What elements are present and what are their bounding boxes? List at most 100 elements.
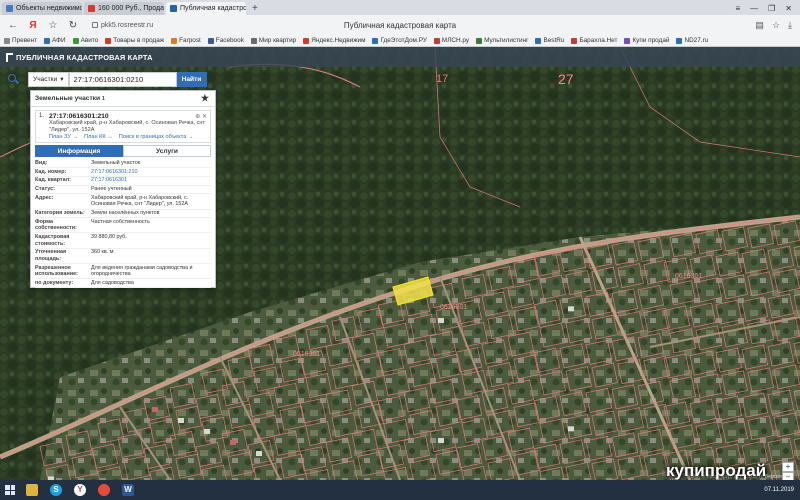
download-icon[interactable]: ⤓: [788, 20, 792, 31]
browser-tab-bar: Объекты недвижимости × 160 000 Руб., Про…: [0, 0, 800, 15]
search-icon[interactable]: [6, 72, 20, 86]
bookmark-item[interactable]: ГдеЭтотДом.РУ: [372, 37, 427, 44]
bookmarks-bar: Превент АФИ Авито Товары в продаж Farpost Fac…: [0, 35, 800, 47]
bookmark-label: Мультилистинг: [484, 37, 529, 44]
url-field[interactable]: pkk5.rosreestr.ru: [92, 22, 153, 29]
card-links: План ЗУ → План КК → Поиск в границах объ…: [49, 134, 207, 140]
bookmark-item[interactable]: Яндекс.Недвижим: [303, 37, 365, 44]
address-bar-tools: ▤ ☆ ⤓: [755, 20, 792, 31]
bookmark-item[interactable]: Мир квартир: [250, 37, 296, 44]
info-row: Кад. квартал: 27:17:0616301: [35, 177, 211, 186]
info-value[interactable]: 27:17:0616301: [91, 177, 127, 183]
result-index: 1.: [39, 113, 45, 119]
info-key: Вид:: [35, 159, 48, 166]
menu-button[interactable]: ≡: [735, 2, 740, 15]
pkk-logo[interactable]: ПУБЛИЧНАЯ КАДАСТРОВАЯ КАРТА: [6, 52, 153, 62]
bookmark-item[interactable]: ND27.ru: [676, 37, 708, 44]
info-row: Кад. номер: 27:17:0616301:210: [35, 168, 211, 177]
bookmark-item[interactable]: АФИ: [44, 37, 66, 44]
house-roof: [438, 318, 444, 323]
star-icon[interactable]: ☆: [46, 20, 60, 31]
house-roof: [204, 429, 210, 434]
pkk-icon: [170, 5, 177, 12]
browser-tab-2[interactable]: 160 000 Руб., Продам зем ×: [84, 2, 164, 15]
bookmark-item[interactable]: Бараxла.Нет: [571, 37, 617, 44]
info-value[interactable]: 27:17:0616301:210: [91, 169, 137, 175]
info-row: по документу: Для садоводства: [35, 279, 211, 288]
tab-information[interactable]: Информация: [35, 145, 123, 158]
bookmark-item[interactable]: BestRu: [535, 37, 564, 44]
close-window-button[interactable]: ✕: [785, 2, 792, 15]
info-row: Уточненная площадь: 360 кв. м: [35, 249, 211, 264]
new-tab-button[interactable]: +: [252, 2, 258, 15]
bookmark-favicon-icon: [571, 37, 578, 44]
house-roof: [178, 418, 184, 423]
pkk-header: ПУБЛИЧНАЯ КАДАСТРОВАЯ КАРТА: [0, 47, 800, 67]
search-type-select[interactable]: Участки ▾: [28, 71, 69, 87]
reader-icon[interactable]: ▤: [755, 20, 764, 31]
info-row: Адрес: Хабаровский край, р-н Хабаровский,…: [35, 194, 211, 210]
bookmark-item[interactable]: Товары в продаж: [105, 37, 164, 44]
word-taskbar-icon[interactable]: W: [116, 480, 140, 500]
search-input[interactable]: [68, 71, 177, 87]
back-arrow-icon[interactable]: ←: [6, 20, 20, 31]
bookmark-item[interactable]: Превент: [4, 37, 37, 44]
bookmark-item[interactable]: Farpost: [171, 37, 201, 44]
district-label: 27: [558, 71, 574, 87]
taskbar-clock[interactable]: 07.11.2019: [764, 487, 794, 494]
plan-kk-link[interactable]: План КК →: [84, 134, 113, 140]
skype-taskbar-icon[interactable]: S: [44, 480, 68, 500]
cadastral-number: 27:17:0616301:210: [49, 113, 109, 120]
browser-tab-3[interactable]: Публичная кадастровая ×: [166, 2, 246, 15]
tab-services[interactable]: Услуги: [123, 145, 211, 158]
house-roof: [568, 306, 574, 312]
minimize-button[interactable]: —: [750, 2, 758, 15]
info-key: Разрешенное использование:: [35, 264, 78, 277]
result-card[interactable]: 1. ⊕ ✕ 27:17:0616301:210 Хабаровский кра…: [35, 110, 211, 144]
bookmark-item[interactable]: Facebook: [207, 37, 244, 44]
info-key: Адрес:: [35, 195, 54, 201]
maximize-button[interactable]: ❐: [768, 2, 775, 15]
bookmark-favicon-icon: [171, 37, 178, 44]
info-value: Для ведения гражданами садоводства и ого…: [91, 264, 193, 277]
info-key: Кад. квартал:: [35, 177, 71, 184]
yandex-browser-taskbar-icon[interactable]: Y: [68, 480, 92, 500]
yandex-icon[interactable]: Я: [26, 20, 40, 31]
info-row: Вид: Земельный участок: [35, 159, 211, 168]
windows-taskbar: S Y W 07.11.2019: [0, 480, 800, 500]
bookmark-favicon-icon: [624, 37, 631, 44]
bookmark-item[interactable]: Мультилистинг: [476, 37, 528, 44]
info-value: Ранее учтенный: [91, 186, 132, 193]
bookmark-favicon-icon: [372, 37, 379, 44]
plan-zu-link[interactable]: План ЗУ →: [49, 134, 78, 140]
block-label: 0616301: [293, 351, 321, 358]
panel-tabs: Информация Услуги: [35, 145, 211, 158]
favorite-star-icon[interactable]: ★: [201, 93, 209, 104]
browser-tab-1[interactable]: Объекты недвижимости ×: [2, 2, 82, 15]
bookmark-label: МЛСН.ру: [441, 37, 470, 44]
card-tools[interactable]: ⊕ ✕: [195, 113, 207, 120]
bookmark-favicon-icon: [4, 37, 10, 44]
info-key: по документу:: [35, 279, 74, 286]
search-bounds-link[interactable]: Поиск в границах объекта →: [119, 134, 194, 140]
info-key: Кад. номер:: [35, 168, 67, 175]
info-row: Категория земель: Земли населённых пункто…: [35, 210, 211, 219]
info-key: Кадастровая стоимость:: [35, 234, 70, 247]
tab-label: 160 000 Руб., Продам зем: [98, 5, 164, 12]
bookmark-item[interactable]: Авито: [72, 37, 98, 44]
search-button[interactable]: Найти: [176, 71, 207, 87]
bookmark-item[interactable]: МЛСН.ру: [433, 37, 470, 44]
start-button[interactable]: [0, 480, 20, 500]
bookmark-label: Товары в продаж: [113, 37, 165, 44]
info-value: Для садоводства: [91, 279, 134, 286]
panel-title: Земельные участки: [35, 95, 101, 102]
bookmark-item[interactable]: Купи продай: [624, 37, 669, 44]
reload-icon[interactable]: ↻: [66, 20, 80, 31]
tab-label: Объекты недвижимости: [16, 5, 82, 12]
info-row: Форма собственности: Частная собственност…: [35, 218, 211, 234]
bookmark-icon[interactable]: ☆: [772, 20, 780, 31]
file-explorer-taskbar-icon[interactable]: [20, 480, 44, 500]
lock-icon: [92, 22, 98, 28]
chrome-taskbar-icon[interactable]: [92, 480, 116, 500]
url-text: pkk5.rosreestr.ru: [101, 21, 154, 29]
